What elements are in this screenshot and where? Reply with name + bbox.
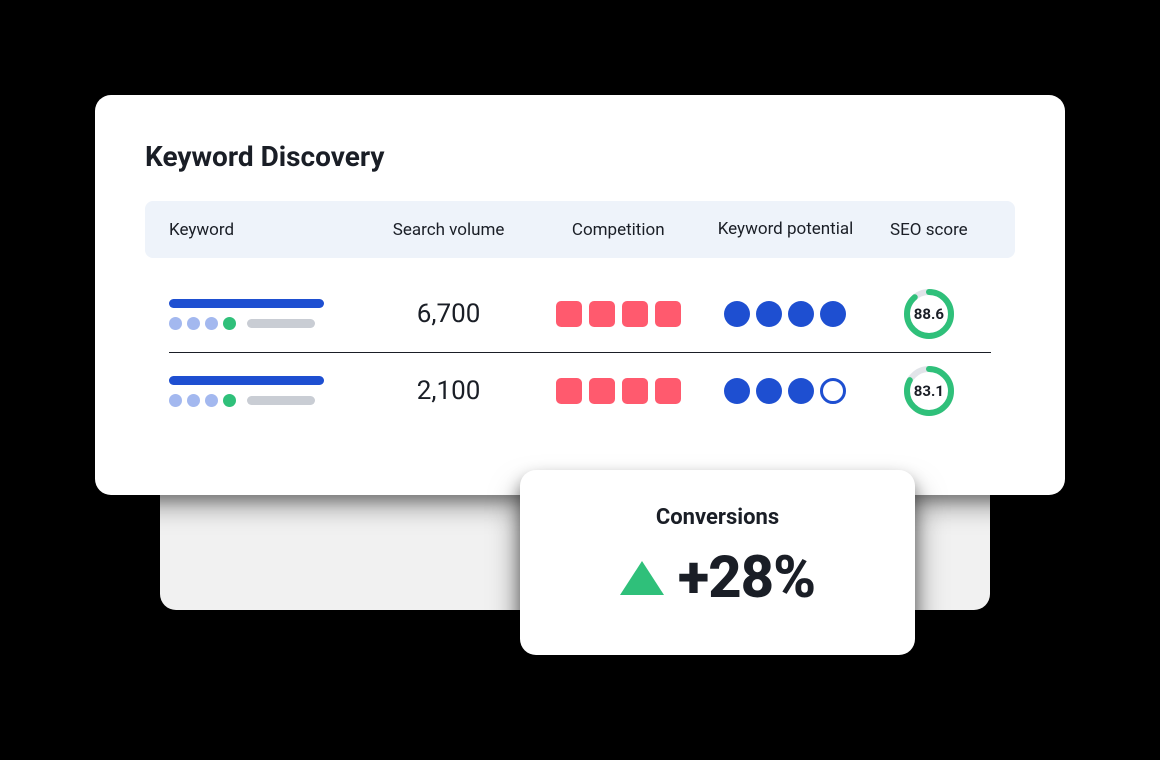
column-header-competition: Competition [532,220,704,240]
column-header-volume: Search volume [365,220,532,240]
potential-circle-outline-icon [820,378,846,404]
keyword-bar-icon [169,299,324,308]
competition-square-icon [622,378,648,404]
potential-circle-icon [724,301,750,327]
seo-score: 83.1 [867,365,991,417]
competition-square-icon [655,301,681,327]
potential-indicator [704,301,866,327]
competition-square-icon [556,378,582,404]
competition-square-icon [556,301,582,327]
dot-icon [205,317,218,330]
table-row[interactable]: 2,100 83.1 [145,353,1015,429]
potential-circle-icon [788,378,814,404]
keyword-placeholder [169,376,365,407]
potential-indicator [704,378,866,404]
trend-up-icon [620,561,664,595]
dot-icon [187,394,200,407]
potential-circle-icon [788,301,814,327]
competition-square-icon [589,301,615,327]
keyword-discovery-card: Keyword Discovery Keyword Search volume … [95,95,1065,495]
dot-icon [169,394,182,407]
conversions-value: +28% [678,544,815,612]
competition-square-icon [655,378,681,404]
dot-icon [187,317,200,330]
competition-indicator [532,301,704,327]
search-volume-value: 2,100 [365,376,532,406]
dot-icon [205,394,218,407]
table-row[interactable]: 6,700 88.6 [145,276,1015,352]
competition-indicator [532,378,704,404]
competition-square-icon [589,378,615,404]
keyword-bar-icon [169,376,324,385]
potential-circle-icon [820,301,846,327]
small-bar-icon [247,396,315,405]
competition-square-icon [622,301,648,327]
dot-icon [169,317,182,330]
score-value: 88.6 [914,305,944,323]
table-header: Keyword Search volume Competition Keywor… [145,201,1015,258]
dot-icon [223,317,236,330]
conversions-card: Conversions +28% [520,470,915,655]
column-header-keyword: Keyword [169,220,365,240]
score-value: 83.1 [914,382,944,400]
potential-circle-icon [756,301,782,327]
card-title: Keyword Discovery [145,140,1015,173]
potential-circle-icon [756,378,782,404]
search-volume-value: 6,700 [365,299,532,329]
column-header-score: SEO score [867,220,991,240]
seo-score: 88.6 [867,288,991,340]
potential-circle-icon [724,378,750,404]
small-bar-icon [247,319,315,328]
conversions-title: Conversions [560,505,875,530]
dot-icon [223,394,236,407]
column-header-potential: Keyword potential [704,219,866,240]
keyword-placeholder [169,299,365,330]
